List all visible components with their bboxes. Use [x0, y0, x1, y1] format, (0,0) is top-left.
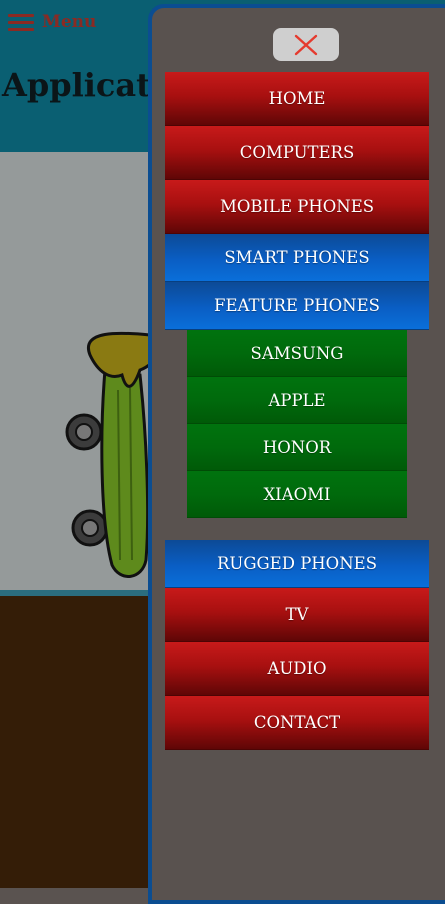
submenu-item-samsung[interactable]: SAMSUNG	[187, 330, 407, 377]
close-drawer-button[interactable]	[273, 28, 339, 61]
close-icon	[294, 34, 318, 55]
menu-label: Menu	[42, 12, 97, 32]
menu-item-smart-phones[interactable]: SMART PHONES	[165, 234, 429, 282]
menu-toggle-button[interactable]: Menu	[8, 10, 96, 34]
menu-item-feature-phones[interactable]: FEATURE PHONES	[165, 282, 429, 330]
menu-spacer	[165, 518, 429, 540]
submenu-item-xiaomi[interactable]: XIAOMI	[187, 471, 407, 518]
menu-item-contact[interactable]: CONTACT	[165, 696, 429, 750]
menu-item-audio[interactable]: AUDIO	[165, 642, 429, 696]
hamburger-icon	[8, 13, 34, 31]
wheel-icon	[71, 509, 109, 547]
menu-item-computers[interactable]: COMPUTERS	[165, 126, 429, 180]
wheel-icon	[65, 413, 103, 451]
drawer-menu: HOME COMPUTERS MOBILE PHONES SMART PHONE…	[165, 72, 429, 750]
feature-phones-submenu: SAMSUNG APPLE HONOR XIAOMI	[165, 330, 429, 518]
submenu-item-honor[interactable]: HONOR	[187, 424, 407, 471]
submenu-item-apple[interactable]: APPLE	[187, 377, 407, 424]
menu-item-rugged-phones[interactable]: RUGGED PHONES	[165, 540, 429, 588]
menu-item-mobile-phones[interactable]: MOBILE PHONES	[165, 180, 429, 234]
menu-item-tv[interactable]: TV	[165, 588, 429, 642]
menu-item-home[interactable]: HOME	[165, 72, 429, 126]
